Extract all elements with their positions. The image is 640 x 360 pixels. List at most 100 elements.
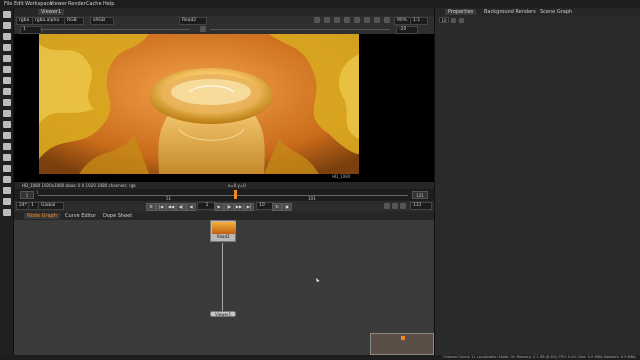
out-point-icon[interactable]: [392, 203, 398, 209]
timeline-start-field[interactable]: 1: [20, 191, 34, 199]
tab-curve-editor[interactable]: Curve Editor: [62, 213, 99, 219]
clear-panels-icon[interactable]: [459, 18, 464, 23]
channel-tool-icon[interactable]: [3, 55, 11, 62]
format-label: HD_1080: [332, 174, 351, 179]
read-node-thumbnail: [212, 222, 236, 234]
menu-cache[interactable]: Cache: [86, 1, 102, 7]
global-dropdown[interactable]: Global: [38, 202, 64, 210]
lock-icon[interactable]: [344, 17, 350, 23]
menu-viewer[interactable]: Viewer: [50, 1, 67, 7]
prev-key-icon[interactable]: ◀◀: [166, 203, 176, 211]
next-key-icon[interactable]: ▶▶: [234, 203, 244, 211]
timeline-bar[interactable]: 1 1 51 101 131: [14, 189, 434, 201]
viewer-info-bar: HD_1080 1920x1080 bbox: 0 0 1920 1080 ch…: [14, 182, 434, 189]
views-tool-icon[interactable]: [3, 132, 11, 139]
lock-range-icon[interactable]: [400, 203, 406, 209]
status-text: Channel Count: 11 Localization Mode: On …: [443, 355, 636, 359]
time-tool-icon[interactable]: [3, 44, 11, 51]
exposure-slider[interactable]: [210, 29, 390, 30]
viewer-controls-top: rgba rgba.alpha RGB sRGB Read2 90% 1:1: [14, 16, 434, 25]
menu-edit[interactable]: Edit: [14, 1, 24, 7]
properties-panel: Properties Background Renders Scene Grap…: [434, 8, 640, 355]
end-frame-field[interactable]: 131: [410, 202, 432, 210]
menu-help[interactable]: Help: [103, 1, 114, 7]
timeline-end-field[interactable]: 131: [412, 191, 428, 199]
menu-file[interactable]: File: [4, 1, 12, 7]
particles-tool-icon[interactable]: [3, 154, 11, 161]
timeline-track[interactable]: [38, 195, 408, 196]
viewer-image: [39, 34, 359, 174]
menu-workspace[interactable]: Workspace: [25, 1, 52, 7]
pause-icon[interactable]: [354, 17, 360, 23]
colorspace-dropdown[interactable]: RGB: [64, 17, 84, 25]
gamma-slider[interactable]: [40, 29, 190, 30]
play-forward-icon[interactable]: ▶: [214, 203, 224, 211]
draw-tool-icon[interactable]: [3, 33, 11, 40]
tab-properties[interactable]: Properties: [445, 9, 477, 15]
metadata-tool-icon[interactable]: [3, 143, 11, 150]
other-tool-icon[interactable]: [3, 176, 11, 183]
tab-node-graph[interactable]: Node Graph: [24, 213, 60, 219]
viewer-canvas[interactable]: HD_1080: [14, 34, 434, 182]
input-a-dropdown[interactable]: Read2: [179, 17, 207, 25]
tab-dope-sheet[interactable]: Dope Sheet: [100, 213, 135, 219]
step-back-icon[interactable]: ◀|: [176, 203, 186, 211]
display-dropdown[interactable]: sRGB: [90, 17, 114, 25]
node-graph-canvas[interactable]: Read2 Viewer1: [14, 220, 434, 355]
filter-tool-icon[interactable]: [3, 77, 11, 84]
ratio-dropdown[interactable]: 1:1: [410, 17, 428, 25]
transform-tool-icon[interactable]: [3, 110, 11, 117]
pointer-tool-icon[interactable]: [3, 11, 11, 18]
gain-icon[interactable]: [200, 26, 206, 32]
play-back-icon[interactable]: ◀: [186, 203, 196, 211]
viewer-node[interactable]: Viewer1: [210, 311, 236, 317]
playhead[interactable]: [234, 190, 237, 199]
tab-scene-graph[interactable]: Scene Graph: [537, 9, 575, 15]
color-tool-icon[interactable]: [3, 66, 11, 73]
loop-icon[interactable]: ↻: [272, 203, 282, 211]
image-tool-icon[interactable]: [3, 22, 11, 29]
playback-controls: 24* 1 Global ⚙ |◀ ◀◀ ◀| ◀ 1 ▶ |▶ ▶▶ ▶| 1…: [14, 201, 434, 211]
gamma-field[interactable]: 1: [20, 26, 42, 34]
clip-warning-icon[interactable]: [334, 17, 340, 23]
refresh-icon[interactable]: [364, 17, 370, 23]
mouse-cursor-icon: [316, 278, 320, 283]
merge-tool-icon[interactable]: [3, 99, 11, 106]
menu-render[interactable]: Render: [68, 1, 86, 7]
go-end-icon[interactable]: ▶|: [244, 203, 254, 211]
overlay-icon[interactable]: [384, 17, 390, 23]
status-bar: Channel Count: 11 Localization Mode: On …: [0, 355, 640, 360]
settings-tool-icon[interactable]: [3, 209, 11, 216]
layer-dropdown[interactable]: rgba.alpha: [32, 17, 68, 25]
3d-tool-icon[interactable]: [3, 121, 11, 128]
max-panels-field[interactable]: 10: [439, 17, 449, 23]
keyer-tool-icon[interactable]: [3, 88, 11, 95]
roi-icon[interactable]: [314, 17, 320, 23]
tab-viewer[interactable]: Viewer1: [38, 9, 65, 15]
node-panel-tabbar: Node Graph Curve Editor Dope Sheet: [14, 212, 434, 220]
image-format-info: HD_1080 1920x1080 bbox: 0 0 1920 1080 ch…: [22, 183, 136, 188]
toolsets-tool-icon[interactable]: [3, 165, 11, 172]
navigator-minimap[interactable]: [370, 333, 434, 355]
properties-tabbar: Properties Background Renders Scene Grap…: [435, 8, 640, 16]
read-node-label: Read2: [217, 234, 230, 239]
step-forward-icon[interactable]: |▶: [224, 203, 234, 211]
camera-icon[interactable]: [374, 17, 380, 23]
go-start-icon[interactable]: |◀: [156, 203, 166, 211]
lock-panels-icon[interactable]: [451, 18, 456, 23]
viewer-node-label: Viewer1: [215, 312, 232, 317]
flipbook-icon[interactable]: ▣: [282, 203, 292, 211]
node-connection: [222, 243, 223, 311]
tab-background-renders[interactable]: Background Renders: [481, 9, 539, 15]
gizmo-tool-icon[interactable]: [3, 198, 11, 205]
timeline-mark-1: 1: [36, 190, 39, 195]
read-node[interactable]: Read2: [210, 220, 236, 242]
settings-icon[interactable]: ⚙: [146, 203, 156, 211]
lut-icon[interactable]: [324, 17, 330, 23]
minimap-node: [401, 336, 405, 340]
menu-bar: File Edit Workspace Viewer Render Cache …: [0, 0, 640, 8]
furnace-tool-icon[interactable]: [3, 187, 11, 194]
jar-image: [39, 34, 359, 174]
exposure-field[interactable]: -20: [396, 26, 418, 34]
in-point-icon[interactable]: [384, 203, 390, 209]
